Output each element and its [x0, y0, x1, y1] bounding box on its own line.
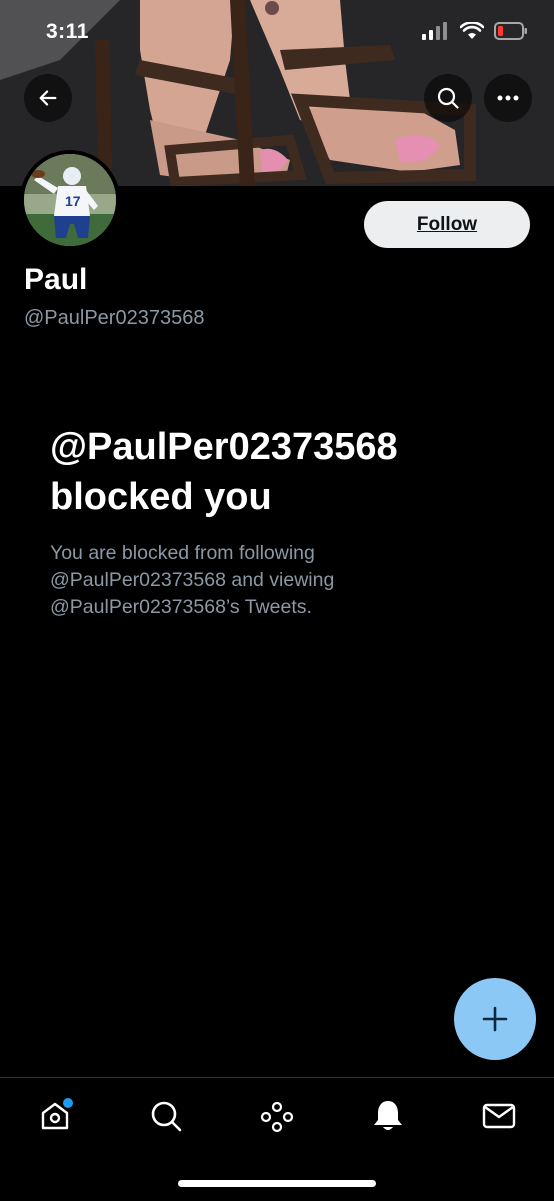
tab-spaces[interactable] — [257, 1096, 297, 1136]
battery-low-icon — [494, 22, 527, 40]
blocked-desc-line: @PaulPer02373568’s Tweets. — [50, 596, 312, 618]
home-indicator[interactable] — [178, 1180, 376, 1187]
wifi-icon — [460, 22, 484, 39]
notification-dot — [63, 1098, 73, 1108]
status-bar: 3:11 — [0, 0, 554, 66]
mail-icon — [482, 1103, 516, 1129]
blocked-title-text: blocked you — [50, 476, 272, 518]
tab-home[interactable] — [35, 1096, 75, 1136]
search-icon — [437, 87, 459, 109]
more-button[interactable] — [484, 74, 532, 122]
svg-text:17: 17 — [65, 193, 81, 209]
blocked-desc-line: You are blocked from following — [50, 542, 315, 564]
status-time: 3:11 — [46, 20, 89, 43]
follow-button[interactable]: Follow — [364, 201, 530, 248]
more-dots-icon — [497, 95, 519, 101]
bell-icon — [374, 1101, 402, 1130]
profile-avatar[interactable]: 17 — [20, 150, 120, 250]
display-name: Paul — [24, 263, 88, 296]
tab-search[interactable] — [146, 1096, 186, 1136]
status-icons — [422, 22, 528, 40]
back-button[interactable] — [24, 74, 72, 122]
home-icon — [41, 1098, 73, 1130]
tab-notifications[interactable] — [368, 1096, 408, 1136]
arrow-left-icon — [39, 90, 57, 106]
search-icon — [151, 1101, 182, 1132]
cellular-signal-icon — [422, 22, 447, 40]
compose-tweet-button[interactable] — [454, 978, 536, 1060]
blocked-description: You are blocked from following @PaulPer0… — [50, 540, 470, 621]
blocked-desc-line: @PaulPer02373568 and viewing — [50, 569, 335, 591]
blocked-title-handle: @PaulPer02373568 — [50, 426, 398, 468]
spaces-icon — [260, 1101, 294, 1133]
tab-messages[interactable] — [479, 1096, 519, 1136]
blocked-title: @PaulPer02373568 blocked you — [50, 422, 510, 522]
profile-handle: @PaulPer02373568 — [24, 307, 205, 329]
search-button[interactable] — [424, 74, 472, 122]
plus-icon — [482, 1006, 508, 1032]
avatar-photo: 17 — [24, 154, 116, 246]
